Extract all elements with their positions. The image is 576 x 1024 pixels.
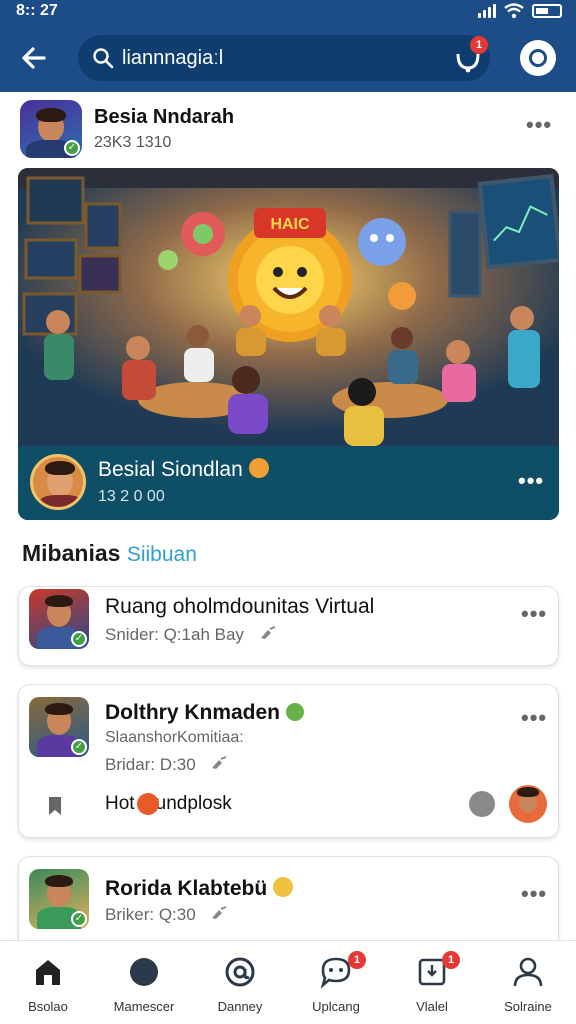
room-avatar[interactable]: ✓ bbox=[29, 697, 89, 757]
back-arrow-icon[interactable] bbox=[16, 40, 52, 76]
status-bar: 8:: 27 bbox=[0, 0, 576, 22]
featured-card[interactable]: HAIC Besial Siondlan 13 2 0 00 ••• bbox=[18, 168, 559, 520]
verified-icon: ✓ bbox=[71, 631, 87, 647]
bottom-navigation: Bsolao Mamescer Danney 1 Uplcang 1 Vlale… bbox=[0, 940, 576, 1024]
room-title[interactable]: Dolthry Knmaden bbox=[105, 701, 304, 725]
featured-menu-icon[interactable]: ••• bbox=[518, 468, 544, 494]
mute-icon bbox=[260, 626, 276, 639]
top-header: 8:: 27 liannnagiaːl 1 bbox=[0, 0, 576, 92]
search-input[interactable]: liannnagiaːl bbox=[122, 47, 223, 70]
host-name[interactable]: Besial Siondlan bbox=[98, 458, 269, 482]
chat-badge: 1 bbox=[348, 951, 366, 969]
fire-emoji-icon bbox=[137, 793, 159, 815]
room-title[interactable]: Ruang oholmdounitas Virtual bbox=[105, 595, 374, 619]
featured-footer: Besial Siondlan 13 2 0 00 ••• bbox=[18, 446, 559, 520]
inbox-badge: 1 bbox=[442, 951, 460, 969]
room-subtitle: Snider: Q:1ah Bay bbox=[105, 625, 277, 645]
participant-avatar[interactable] bbox=[509, 785, 547, 823]
section-title: Mibanias Siibuan bbox=[22, 540, 197, 566]
room-subtitle: Bridar: D:30 bbox=[105, 755, 228, 775]
bookmark-icon[interactable] bbox=[47, 795, 63, 817]
mute-icon bbox=[212, 906, 227, 919]
section-accent[interactable]: Siibuan bbox=[127, 543, 197, 566]
room-description: SlaanshorKomitiaa: bbox=[105, 729, 244, 746]
search-bar[interactable]: liannnagiaːl bbox=[78, 35, 490, 81]
hug-emoji-icon bbox=[248, 458, 269, 478]
room-title[interactable]: Rorida Klabtebü bbox=[105, 877, 294, 901]
verified-icon: ✓ bbox=[64, 140, 80, 156]
room-menu-icon[interactable]: ••• bbox=[521, 881, 547, 907]
hero-sign-text: HAIC bbox=[270, 216, 310, 233]
room-avatar[interactable]: ✓ bbox=[29, 589, 89, 649]
author-avatar[interactable]: ✓ bbox=[20, 100, 82, 158]
room-card[interactable]: ✓ Dolthry Knmaden SlaanshorKomitiaa: Bri… bbox=[18, 684, 559, 838]
nav-chats[interactable]: 1 Uplcang bbox=[288, 941, 384, 1024]
author-name[interactable]: Besia Nndarah bbox=[94, 106, 234, 129]
profile-button[interactable] bbox=[520, 40, 556, 76]
notification-badge: 1 bbox=[470, 36, 488, 54]
at-icon bbox=[225, 957, 255, 987]
room-avatar[interactable]: ✓ bbox=[29, 869, 89, 929]
nav-mentions[interactable]: Danney bbox=[192, 941, 288, 1024]
room-card[interactable]: ✓ Ruang oholmdounitas Virtual Snider: Q:… bbox=[18, 586, 559, 666]
room-footer-text: Hot Mundplosk bbox=[105, 793, 232, 814]
profile-ring-icon bbox=[529, 49, 547, 67]
profile-icon bbox=[513, 957, 543, 987]
nav-profile[interactable]: Solraine bbox=[480, 941, 576, 1024]
author-subtitle: 23K3 1310 bbox=[94, 134, 172, 151]
wave-emoji-icon bbox=[273, 877, 294, 897]
host-avatar[interactable] bbox=[30, 454, 86, 510]
nav-home[interactable]: Bsolao bbox=[0, 941, 96, 1024]
search-icon bbox=[93, 48, 114, 69]
compass-icon bbox=[130, 958, 158, 986]
notification-button[interactable]: 1 bbox=[452, 36, 488, 74]
app-bar: liannnagiaːl 1 bbox=[0, 30, 576, 86]
share-button[interactable] bbox=[469, 791, 495, 817]
nav-inbox[interactable]: 1 Vlalel bbox=[384, 941, 480, 1024]
mute-icon bbox=[212, 756, 227, 769]
status-time: 8:: 27 bbox=[16, 2, 58, 19]
room-subtitle: Briker: Q:30 bbox=[105, 905, 228, 925]
room-menu-icon[interactable]: ••• bbox=[521, 601, 547, 627]
home-icon bbox=[36, 960, 60, 985]
wifi-icon bbox=[504, 3, 524, 19]
nav-explore[interactable]: Mamescer bbox=[96, 941, 192, 1024]
battery-icon bbox=[532, 4, 562, 18]
signal-icon bbox=[478, 4, 496, 18]
verified-icon: ✓ bbox=[71, 739, 87, 755]
clover-emoji-icon bbox=[285, 703, 304, 721]
hero-illustration: HAIC bbox=[18, 168, 559, 446]
post-menu-icon[interactable]: ••• bbox=[526, 112, 552, 138]
verified-icon: ✓ bbox=[71, 911, 87, 927]
host-subtitle: 13 2 0 00 bbox=[98, 488, 165, 505]
room-menu-icon[interactable]: ••• bbox=[521, 705, 547, 731]
post-header: ✓ Besia Nndarah 23K3 1310 ••• bbox=[0, 92, 576, 168]
